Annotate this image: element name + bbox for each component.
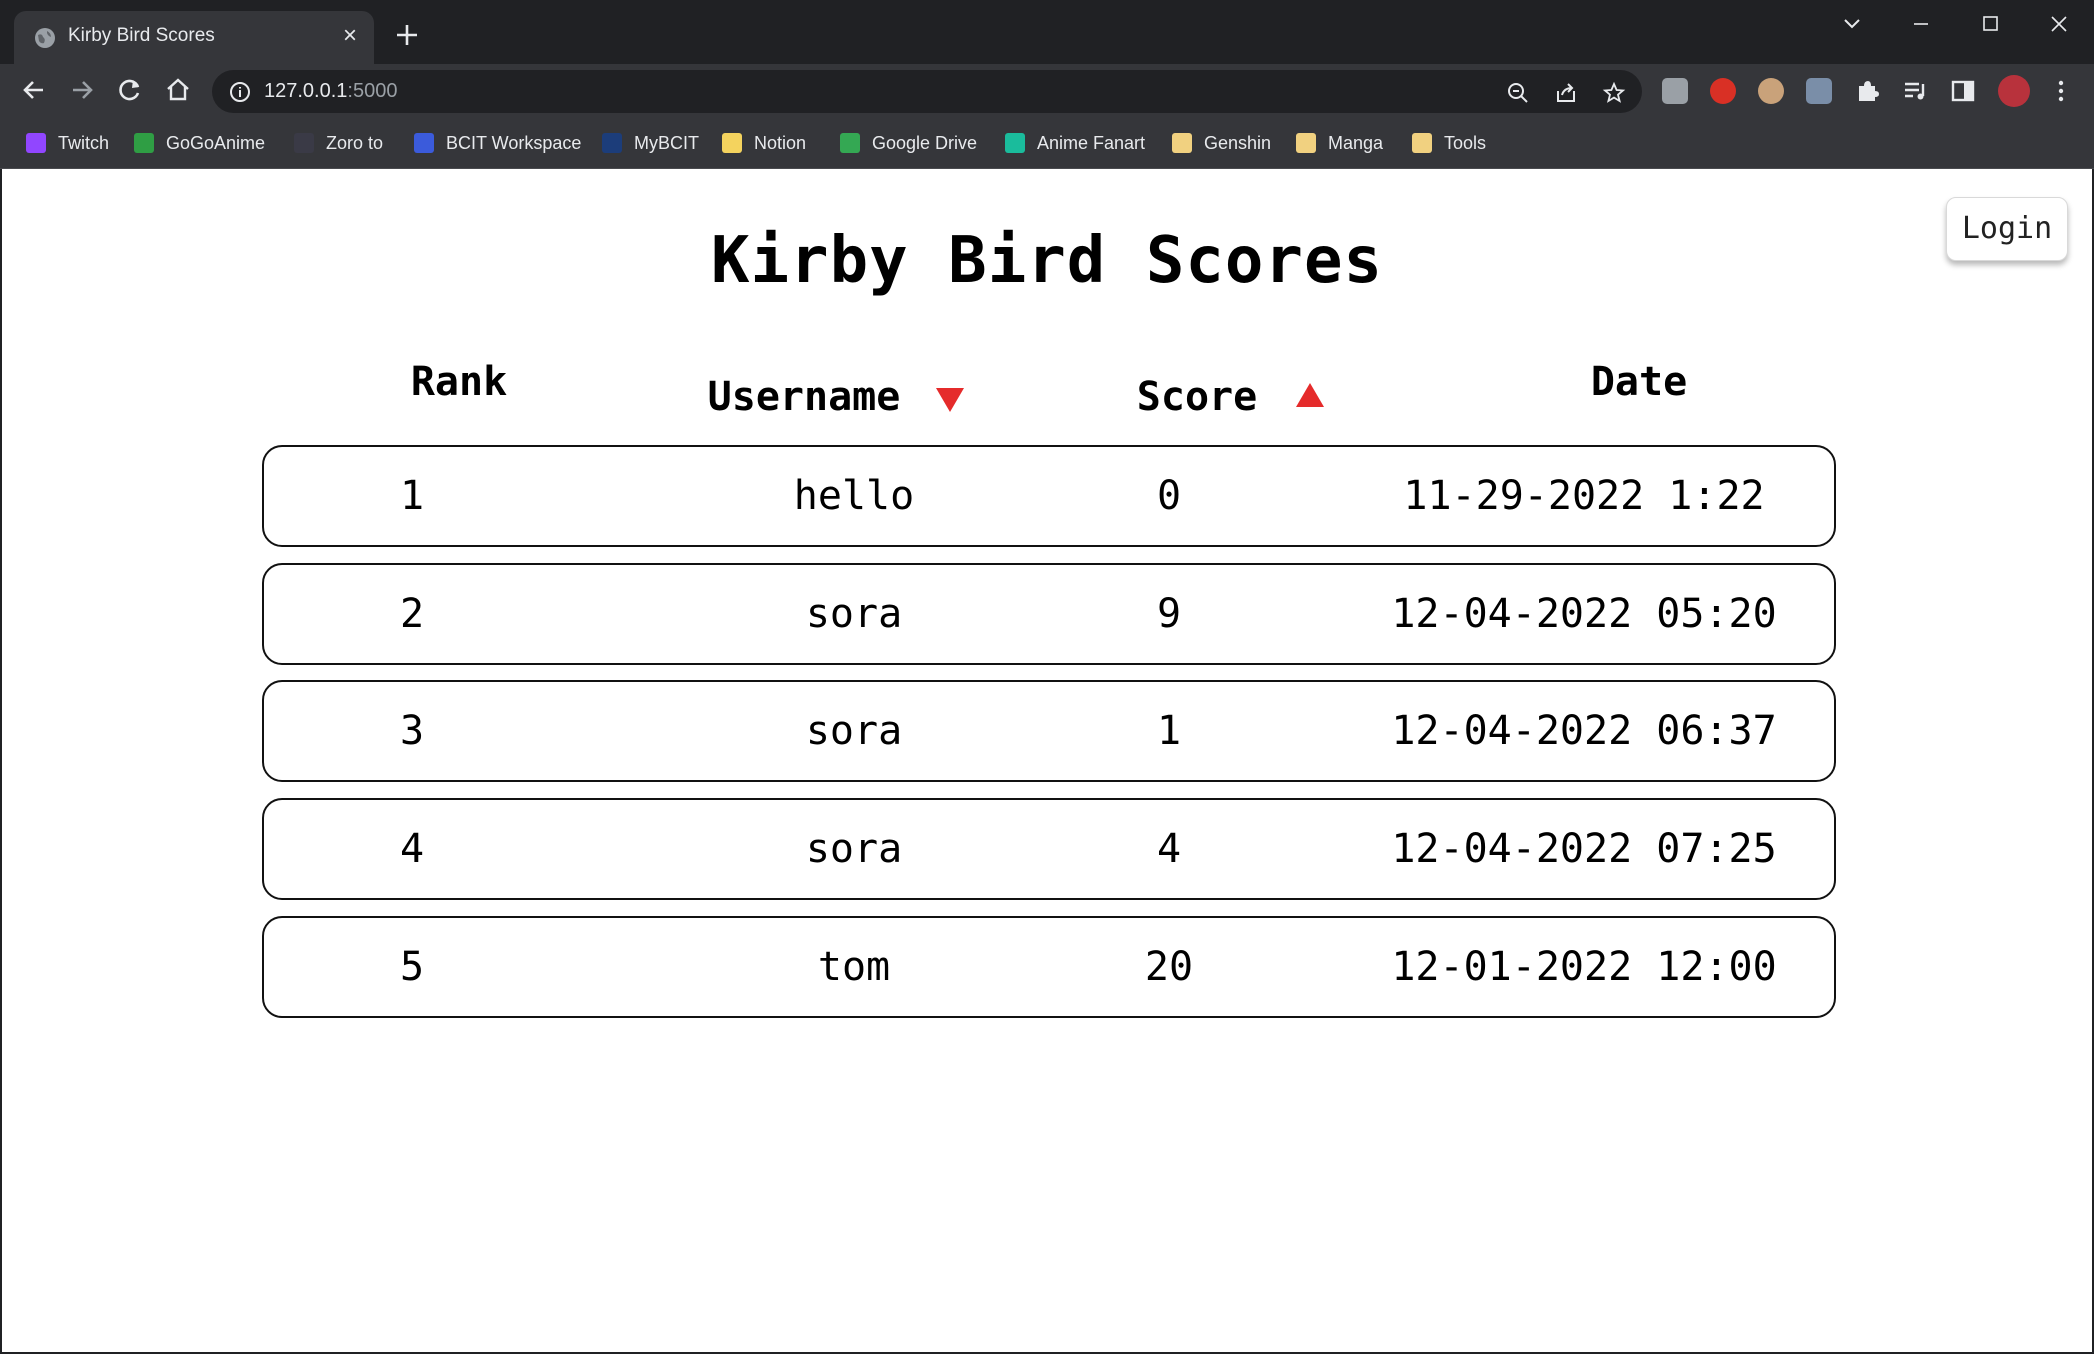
site-info-icon[interactable] [229,81,251,103]
username-cell: sora [805,826,903,872]
bookmark-folder-genshin[interactable]: Genshin [1172,129,1271,157]
sort-ascending-icon[interactable] [1295,382,1325,408]
column-header-date: Date [1590,359,1688,405]
bookmark-label: Zoro to [326,132,384,153]
score-row: 1 hello 0 11-29-2022 1:22 [262,445,1836,547]
date-cell: 12-04-2022 06:37 [1391,708,1777,754]
forward-icon[interactable] [68,76,96,104]
extension-screen-icon[interactable] [1806,78,1832,104]
rank-cell: 5 [399,944,425,990]
tab-title: Kirby Bird Scores [68,25,215,46]
bookmark-folder-tools[interactable]: Tools [1412,129,1486,157]
bookmark-google-drive[interactable]: Google Drive [840,129,977,157]
score-row: 2 sora 9 12-04-2022 05:20 [262,563,1836,665]
bookmark-label: Twitch [58,132,110,153]
extension-avatar-icon[interactable] [1758,78,1784,104]
close-tab-icon[interactable]: × [338,24,362,48]
score-cell: 20 [1144,944,1194,990]
bookmark-label: BCIT Workspace [446,132,582,153]
new-tab-icon[interactable] [394,22,420,48]
rank-cell: 2 [399,591,425,637]
lock-icon [414,133,434,153]
url-port: :5000 [347,80,398,102]
bookmark-gogoanime[interactable]: GoGoAnime [134,129,265,157]
column-header-rank: Rank [410,359,508,405]
extension-adblock-icon[interactable] [1710,78,1736,104]
bookmarks-bar: Twitch GoGoAnime Zoro to BCIT Workspace … [0,119,2094,169]
folder-icon [1412,133,1432,153]
twitch-icon [26,133,46,153]
folder-icon [1172,133,1192,153]
bookmark-label: Notion [754,132,807,153]
bookmark-label: Google Drive [872,132,978,153]
tab-strip: Kirby Bird Scores × [0,0,2094,64]
globe-icon [35,28,55,48]
address-bar[interactable]: 127.0.0.1:5000 [212,70,1642,113]
score-cell: 0 [1156,473,1182,519]
url-host: 127.0.0.1 [264,80,348,102]
reload-icon[interactable] [116,76,144,104]
score-cell: 9 [1156,591,1182,637]
bookmark-label: Tools [1444,132,1487,153]
rank-cell: 4 [399,826,425,872]
date-cell: 12-04-2022 05:20 [1391,591,1777,637]
score-row: 4 sora 4 12-04-2022 07:25 [262,798,1836,900]
media-control-icon[interactable] [1902,78,1928,104]
score-cell: 1 [1156,708,1182,754]
column-header-username[interactable]: Username [694,374,914,420]
share-icon[interactable] [1554,81,1578,105]
column-header-score[interactable]: Score [1122,374,1272,420]
bookmark-label: GoGoAnime [166,132,266,153]
username-cell: sora [805,591,903,637]
maximize-icon[interactable] [1970,12,2010,36]
bookmark-anime-fanart[interactable]: Anime Fanart [1005,129,1145,157]
minimize-icon[interactable] [1901,12,1941,36]
bookmark-star-icon[interactable] [1602,81,1626,105]
page-title: Kirby Bird Scores [710,224,1384,298]
bookmark-notion[interactable]: Notion [722,129,806,157]
bookmark-mybcit[interactable]: MyBCIT [602,129,699,157]
profile-avatar[interactable] [1998,75,2030,107]
gogoanime-icon [134,133,154,153]
home-icon[interactable] [164,76,192,104]
date-cell: 12-04-2022 07:25 [1391,826,1777,872]
date-cell: 12-01-2022 12:00 [1391,944,1777,990]
bookmark-folder-manga[interactable]: Manga [1296,129,1383,157]
bookmark-zoro[interactable]: Zoro to [294,129,383,157]
side-panel-icon[interactable] [1950,78,1976,104]
sort-descending-icon[interactable] [935,387,965,413]
page-viewport: Login Kirby Bird Scores Rank Username Sc… [2,169,2092,1352]
fanart-icon [1005,133,1025,153]
bookmark-twitch[interactable]: Twitch [26,129,109,157]
url-text[interactable]: 127.0.0.1:5000 [264,80,397,103]
tab-search-chevron-icon[interactable] [1832,12,1872,36]
date-cell: 11-29-2022 1:22 [1403,473,1765,519]
username-cell: hello [793,473,915,519]
bookmark-label: Anime Fanart [1037,132,1146,153]
folder-icon [1296,133,1316,153]
menu-kebab-icon[interactable] [2048,78,2074,104]
bookmark-bcit-workspace[interactable]: BCIT Workspace [414,129,581,157]
extensions-puzzle-icon[interactable] [1854,78,1880,104]
score-row: 5 tom 20 12-01-2022 12:00 [262,916,1836,1018]
username-cell: sora [805,708,903,754]
rank-cell: 1 [399,473,425,519]
back-icon[interactable] [20,76,48,104]
browser-tab[interactable]: Kirby Bird Scores × [14,11,374,64]
close-window-icon[interactable] [2039,12,2079,36]
zoro-icon [294,133,314,153]
rank-cell: 3 [399,708,425,754]
extension-reader-icon[interactable] [1662,78,1688,104]
bookmark-label: Genshin [1204,132,1272,153]
score-cell: 4 [1156,826,1182,872]
zoom-icon[interactable] [1506,81,1530,105]
browser-toolbar: 127.0.0.1:5000 [0,64,2094,119]
bookmark-label: Manga [1328,132,1384,153]
bcit-icon [602,133,622,153]
bookmark-label: MyBCIT [634,132,699,153]
pencil-icon [722,133,742,153]
score-row: 3 sora 1 12-04-2022 06:37 [262,680,1836,782]
username-cell: tom [817,944,891,990]
google-drive-icon [840,133,860,153]
